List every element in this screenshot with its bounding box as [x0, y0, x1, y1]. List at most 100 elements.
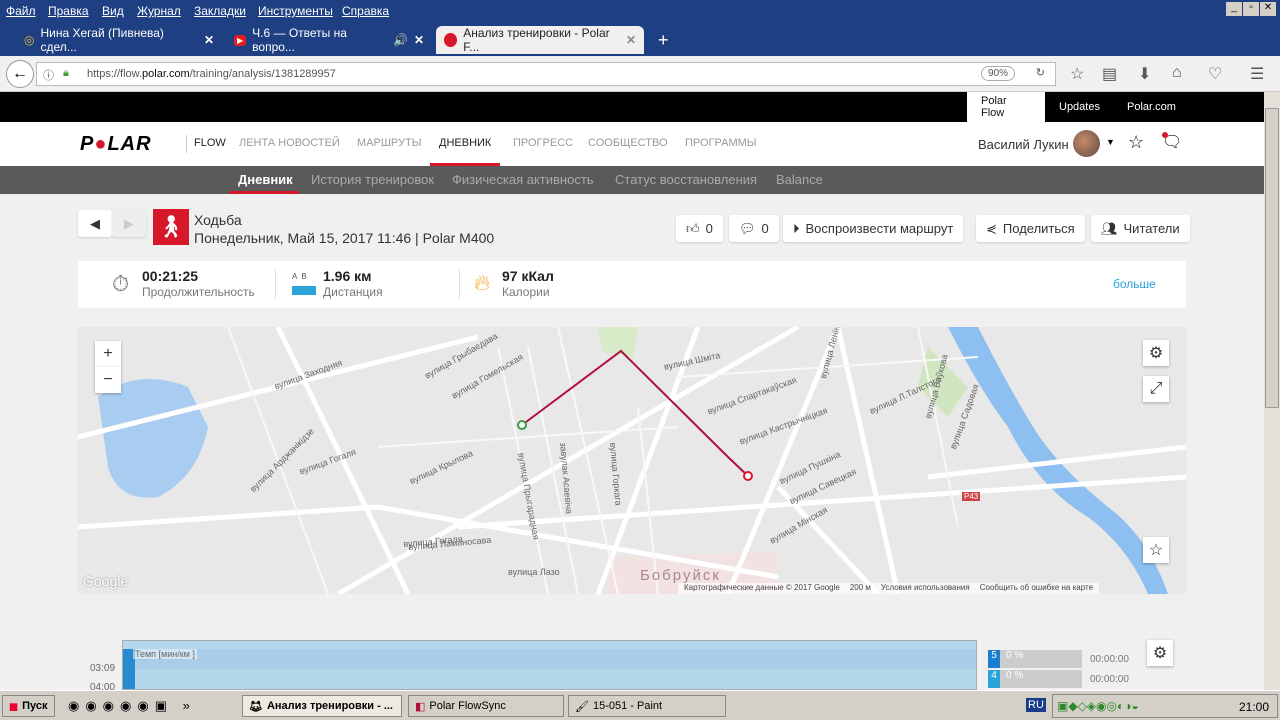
- close-tab-icon[interactable]: ✕: [204, 33, 214, 47]
- nav-diary[interactable]: ДНЕВНИК: [439, 137, 491, 149]
- share-button[interactable]: ⋞ Поделиться: [976, 215, 1085, 242]
- map-terms-link[interactable]: Условия использования: [881, 583, 970, 594]
- route-map[interactable]: вулица Гогаля вулица Крылова вулица Ламано…: [78, 327, 1186, 594]
- tray-icons[interactable]: ▣◆◇◈◉◎◐◑◒: [1057, 699, 1139, 713]
- tab-strip: ◎ Нина Хегай (Пивнева) сдел... ✕ ▶ Ч.6 — От…: [0, 22, 1280, 56]
- readers-button[interactable]: 👥︎ Читатели: [1091, 215, 1190, 242]
- play-circle-icon: ⏵: [793, 220, 800, 236]
- start-button[interactable]: ◼ Пуск: [2, 695, 55, 717]
- mail-icon: ◎: [24, 33, 35, 47]
- training-summary: ⏱ 00:21:25 Продолжительность A B 1.96 км…: [78, 261, 1186, 308]
- reading-list-icon[interactable]: ▤: [1102, 64, 1117, 84]
- menu-bookmarks[interactable]: Закладки: [194, 4, 246, 18]
- topbar-polar-com[interactable]: Polar.com: [1113, 92, 1190, 122]
- taskbar-item-firefox[interactable]: 🦊︎ Анализ тренировки - ...: [242, 695, 402, 717]
- browser-tab-active[interactable]: Анализ тренировки - Polar F... ✕: [436, 26, 644, 54]
- speaker-icon[interactable]: 🔊: [393, 33, 408, 47]
- map-scale: 200 м: [849, 583, 871, 592]
- chart-settings-gear-icon[interactable]: ⚙: [1147, 640, 1173, 666]
- browser-tab[interactable]: ▶ Ч.6 — Ответы на вопро... 🔊 ✕: [226, 26, 432, 54]
- comments-button[interactable]: 💬︎ 0: [729, 215, 779, 242]
- nav-feed[interactable]: ЛЕНТА НОВОСТЕЙ: [239, 137, 340, 149]
- subnav-history[interactable]: История тренировок: [311, 172, 434, 187]
- home-icon[interactable]: ⌂: [1172, 64, 1182, 82]
- road-badge: P43: [962, 492, 981, 501]
- map-report-link[interactable]: Сообщить об ошибке на карте: [980, 583, 1093, 594]
- thumbs-up-icon: 👍︎: [686, 220, 700, 236]
- map-star-icon[interactable]: ☆: [1143, 537, 1169, 563]
- subnav-balance[interactable]: Balance: [776, 172, 823, 187]
- avatar[interactable]: [1073, 130, 1100, 157]
- distance-value: 1.96 км: [323, 268, 372, 284]
- site-header: P●LAR FLOW ЛЕНТА НОВОСТЕЙ МАРШРУТЫ ДНЕВН…: [0, 122, 1264, 166]
- reload-icon[interactable]: ↻: [1036, 66, 1045, 79]
- stopwatch-icon: ⏱: [112, 271, 130, 296]
- nav-programs[interactable]: ПРОГРАММЫ: [685, 137, 757, 149]
- fullscreen-icon[interactable]: ⤢: [1143, 376, 1169, 402]
- lake: [98, 379, 208, 498]
- zoom-level[interactable]: 90%: [980, 66, 1015, 81]
- menu-help[interactable]: Справка: [342, 4, 389, 18]
- polar-logo[interactable]: P●LAR: [80, 133, 152, 156]
- subnav-recovery[interactable]: Статус восстановления: [615, 172, 757, 187]
- pace-chart[interactable]: Темп [мин/км ]: [122, 640, 977, 690]
- taskbar-item-paint[interactable]: 🖌︎ 15-051 - Paint: [568, 695, 726, 717]
- user-name[interactable]: Василий Лукин: [978, 137, 1069, 152]
- back-button[interactable]: ←: [6, 60, 34, 88]
- subnav-activity[interactable]: Физическая активность: [452, 172, 594, 187]
- next-training-button[interactable]: ▶: [112, 210, 146, 237]
- zoom-in-button[interactable]: +: [95, 341, 121, 367]
- download-icon[interactable]: ⬇: [1138, 64, 1151, 84]
- nav-routes[interactable]: МАРШРУТЫ: [357, 137, 421, 149]
- bookmark-star-icon[interactable]: ☆: [1070, 64, 1084, 84]
- previous-training-button[interactable]: ◀: [78, 210, 112, 237]
- calories-value: 97 кКал: [502, 268, 554, 284]
- sub-navigation: Дневник История тренировок Физическая ак…: [0, 166, 1264, 194]
- zone-time: 00:00:00: [1090, 654, 1129, 665]
- zoom-out-button[interactable]: −: [95, 367, 121, 393]
- navigation-toolbar: ← ⓘ 🔒︎ https://flow.polar.com/training/a…: [0, 56, 1280, 92]
- close-window-button[interactable]: ✕: [1260, 2, 1276, 16]
- menu-view[interactable]: Вид: [102, 4, 124, 18]
- route-end-marker: [743, 471, 753, 481]
- close-tab-icon[interactable]: ✕: [626, 33, 636, 47]
- quick-launch[interactable]: ◉◉◉◉◉▣ »: [68, 698, 196, 714]
- pocket-icon[interactable]: ♡: [1208, 64, 1222, 84]
- hamburger-menu-icon[interactable]: ☰: [1250, 64, 1264, 84]
- firefox-icon: 🦊︎: [249, 700, 263, 713]
- minimize-button[interactable]: _: [1226, 2, 1242, 16]
- menu-edit[interactable]: Правка: [48, 4, 89, 18]
- close-tab-icon[interactable]: ✕: [414, 33, 424, 47]
- nav-community[interactable]: СООБЩЕСТВО: [588, 137, 668, 149]
- zone-time: 00:00:00: [1090, 674, 1129, 685]
- notifications-icon[interactable]: 🗨︎: [1162, 132, 1182, 152]
- user-dropdown-icon[interactable]: ▼: [1106, 137, 1115, 147]
- menu-file[interactable]: Файл: [6, 4, 36, 18]
- more-link[interactable]: больше: [1113, 277, 1156, 291]
- new-tab-button[interactable]: +: [650, 26, 677, 54]
- duration-value: 00:21:25: [142, 268, 199, 284]
- info-icon[interactable]: ⓘ: [43, 67, 54, 83]
- nav-progress[interactable]: ПРОГРЕСС: [513, 137, 573, 149]
- paint-icon: 🖌︎: [575, 700, 589, 713]
- topbar-polar-flow[interactable]: Polar Flow: [967, 92, 1045, 122]
- maximize-button[interactable]: ▫: [1243, 2, 1259, 16]
- menu-history[interactable]: Журнал: [137, 4, 181, 18]
- replay-route-button[interactable]: ⏵ Воспроизвести маршрут: [783, 215, 964, 242]
- zone-list: 50 % 40 %: [988, 650, 1082, 690]
- browser-tab[interactable]: ◎ Нина Хегай (Пивнева) сдел... ✕: [16, 26, 222, 54]
- map-canvas: [78, 327, 1186, 594]
- favorites-star-icon[interactable]: ☆: [1128, 132, 1144, 153]
- topbar-updates[interactable]: Updates: [1045, 92, 1114, 122]
- taskbar: ◼ Пуск ◉◉◉◉◉▣ » 🦊︎ Анализ тренировки - ...…: [0, 690, 1280, 720]
- language-indicator[interactable]: RU: [1026, 698, 1046, 712]
- url-bar[interactable]: ⓘ 🔒︎ https://flow.polar.com/training/ana…: [36, 62, 1056, 86]
- subnav-diary[interactable]: Дневник: [238, 172, 293, 187]
- ruler-icon: [292, 286, 316, 295]
- page-scrollbar[interactable]: [1264, 92, 1280, 690]
- map-settings-gear-icon[interactable]: ⚙: [1143, 340, 1169, 366]
- menu-tools[interactable]: Инструменты: [258, 4, 333, 18]
- taskbar-item-flowsync[interactable]: ◧ Polar FlowSync: [408, 695, 564, 717]
- like-button[interactable]: 👍︎ 0: [676, 215, 723, 242]
- window-controls: _ ▫ ✕: [1226, 2, 1276, 16]
